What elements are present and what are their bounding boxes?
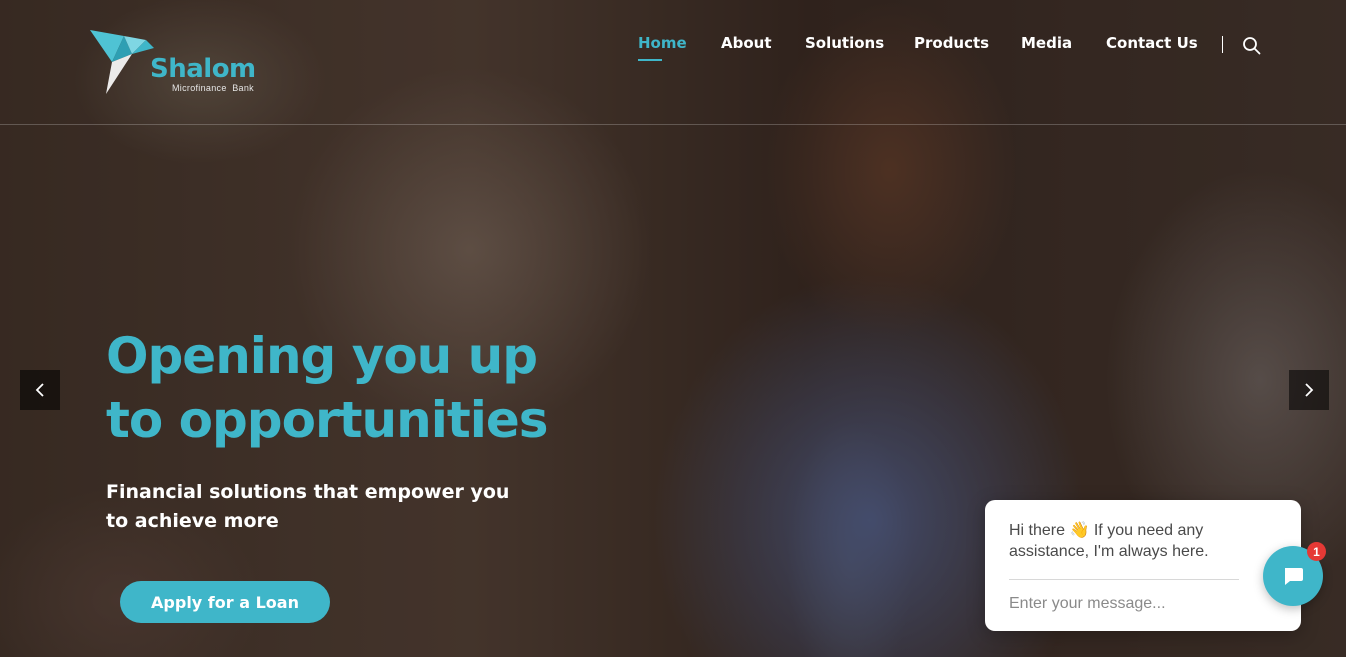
nav-item-media[interactable]: Media: [1021, 34, 1072, 52]
search-icon[interactable]: [1242, 36, 1262, 56]
brand-tagline: Microfinance Bank: [172, 83, 254, 93]
chevron-right-icon: [1305, 383, 1314, 397]
chevron-left-icon: [35, 383, 44, 397]
site-header: Shalom Microfinance Bank Home About Solu…: [0, 0, 1346, 125]
brand-logo[interactable]: Shalom Microfinance Bank: [88, 26, 288, 98]
active-nav-indicator: [638, 59, 662, 61]
slider-next-button[interactable]: [1289, 370, 1329, 410]
unread-badge: 1: [1307, 542, 1326, 561]
bird-logo-icon: [90, 30, 154, 94]
nav-item-contact-us[interactable]: Contact Us: [1106, 34, 1198, 52]
chat-message-input[interactable]: [1009, 592, 1239, 616]
chat-popup: Hi there 👋 If you need any assistance, I…: [985, 500, 1301, 631]
nav-divider: [1222, 36, 1223, 53]
hero-headline: Opening you up to opportunities: [106, 324, 626, 452]
nav-item-about[interactable]: About: [721, 34, 772, 52]
chat-greeting-start: Hi there: [1009, 522, 1066, 539]
brand-name: Shalom: [150, 54, 256, 84]
chat-bubble-icon: [1285, 568, 1303, 585]
apply-for-loan-button[interactable]: Apply for a Loan: [120, 581, 330, 623]
hero-headline-line2: to opportunities: [106, 391, 549, 449]
hero-subheadline: Financial solutions that empower you to …: [106, 478, 526, 536]
hero-subheadline-line1: Financial solutions that empower you: [106, 481, 510, 503]
waving-hand-icon: 👋: [1069, 522, 1090, 539]
nav-item-home[interactable]: Home: [638, 34, 687, 52]
chat-divider: [1009, 579, 1239, 580]
nav-item-solutions[interactable]: Solutions: [805, 34, 884, 52]
slider-prev-button[interactable]: [20, 370, 60, 410]
hero-subheadline-line2: to achieve more: [106, 510, 279, 532]
chat-greeting: Hi there 👋 If you need any assistance, I…: [1009, 520, 1249, 562]
nav-item-products[interactable]: Products: [914, 34, 989, 52]
hero-headline-line1: Opening you up: [106, 327, 538, 385]
